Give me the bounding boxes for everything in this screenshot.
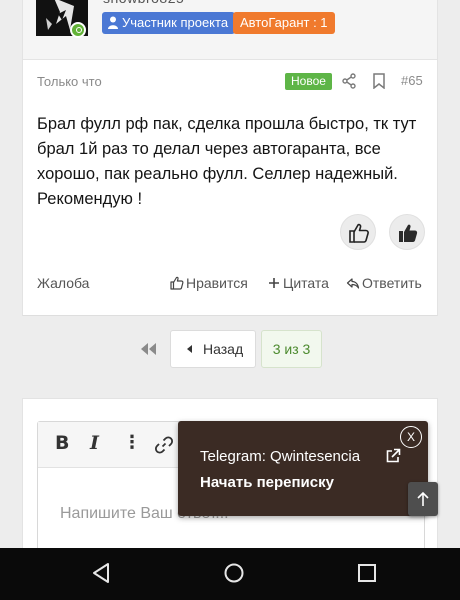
- arrow-up-icon: [417, 491, 429, 506]
- reaction-like-button[interactable]: [340, 214, 376, 250]
- online-status-icon: [70, 22, 86, 38]
- quote-label: Цитата: [283, 275, 329, 291]
- bookmark-icon[interactable]: [372, 73, 386, 89]
- post-actions: Жалоба Нравится Цитата Ответить: [23, 275, 437, 297]
- like-label: Нравится: [186, 275, 248, 291]
- scroll-to-top-button[interactable]: [408, 482, 438, 516]
- reply-label: Ответить: [362, 275, 422, 291]
- italic-button[interactable]: I: [90, 432, 99, 454]
- upvote-icon: [399, 224, 418, 242]
- pagination-current-page[interactable]: 3 из 3: [261, 330, 322, 368]
- home-icon[interactable]: [220, 559, 248, 587]
- link-icon[interactable]: [154, 435, 174, 455]
- back-icon[interactable]: [88, 559, 116, 587]
- post-time[interactable]: Только что: [37, 74, 102, 89]
- post-header: snowbro825 Участник проекта АвтоГарант :…: [23, 0, 437, 60]
- badge-guarantee: АвтоГарант : 1: [233, 12, 335, 34]
- bold-button[interactable]: B: [55, 432, 69, 454]
- double-chevron-left-icon: [141, 343, 156, 355]
- like-link[interactable]: Нравится: [170, 275, 248, 291]
- post-number[interactable]: #65: [401, 73, 423, 88]
- post-text: Брал фулл рф пак, сделка прошла быстро, …: [37, 115, 417, 208]
- post-card: snowbro825 Участник проекта АвтоГарант :…: [22, 0, 438, 316]
- username[interactable]: snowbro825: [103, 0, 184, 6]
- badge-member-label: Участник проекта: [122, 15, 229, 30]
- telegram-popup: Telegram: Qwintesencia Начать переписку …: [178, 421, 428, 516]
- new-badge: Новое: [285, 73, 332, 90]
- popup-close-button[interactable]: X: [400, 426, 422, 448]
- external-link-icon[interactable]: [385, 448, 401, 464]
- thumbs-up-icon: [349, 223, 369, 243]
- badge-member: Участник проекта: [102, 12, 236, 34]
- recent-apps-icon[interactable]: [353, 559, 381, 587]
- more-options-button[interactable]: ⋮: [123, 432, 141, 453]
- start-chat-link[interactable]: Начать переписку: [200, 474, 334, 491]
- user-icon: [108, 16, 118, 29]
- reply-icon: [346, 278, 360, 289]
- telegram-contact-link[interactable]: Telegram: Qwintesencia: [200, 448, 360, 465]
- report-link[interactable]: Жалоба: [37, 275, 89, 291]
- share-icon[interactable]: [341, 73, 357, 89]
- android-navigation-bar: [0, 548, 460, 600]
- post-meta: Только что Новое #65: [23, 70, 437, 92]
- pagination-prev-button[interactable]: Назад: [170, 330, 256, 368]
- reaction-upvote-button[interactable]: [389, 214, 425, 250]
- thumbs-up-icon: [170, 276, 184, 290]
- pagination-first-button[interactable]: [138, 330, 160, 368]
- quote-link[interactable]: Цитата: [267, 275, 329, 291]
- reply-link[interactable]: Ответить: [346, 275, 422, 291]
- quote-plus-icon: [269, 278, 279, 288]
